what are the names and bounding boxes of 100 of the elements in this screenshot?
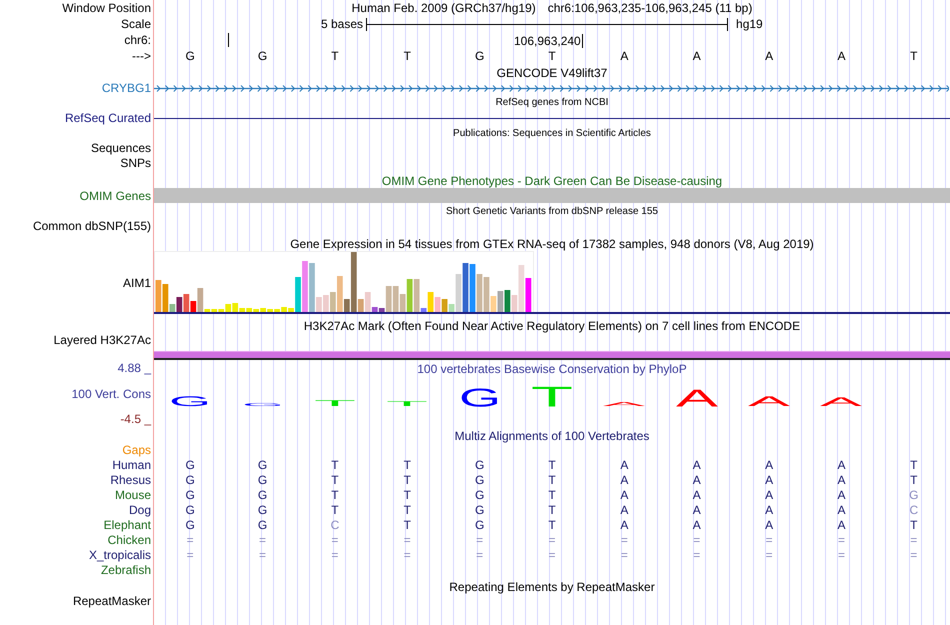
aligned-base: =	[620, 533, 628, 548]
track-label[interactable]: Sequences	[90, 141, 151, 156]
aligned-base: A	[620, 518, 628, 533]
aligned-base: G	[186, 503, 195, 518]
axis-max-label: 4.88 _	[118, 361, 151, 376]
aligned-base: T	[548, 458, 556, 473]
aligned-base: A	[837, 473, 846, 488]
assembly-label: hg19	[736, 17, 763, 31]
aligned-base: G	[186, 473, 195, 488]
base-letter: T	[910, 49, 918, 63]
species-label[interactable]: Chicken	[108, 533, 151, 548]
aligned-base: G	[186, 488, 195, 503]
species-label[interactable]: Elephant	[104, 518, 151, 533]
aligned-base: T	[548, 488, 556, 503]
aligned-base: =	[766, 533, 773, 548]
aligned-base: A	[837, 458, 846, 473]
aligned-base: =	[404, 533, 411, 548]
position-text: chr6:106,963,235-106,963,245 (11 bp)	[548, 0, 752, 16]
aligned-base: =	[259, 533, 266, 548]
aligned-base: A	[765, 518, 774, 533]
species-label[interactable]: Dog	[128, 503, 151, 518]
track-label[interactable]: OMIM Genes	[80, 188, 151, 204]
logo-letter: A	[676, 388, 718, 406]
aligned-base: G	[186, 458, 195, 473]
logo-letter: A	[820, 397, 862, 406]
aligned-base: =	[693, 548, 700, 563]
aligned-base: A	[765, 458, 774, 473]
track-title: Repeating Elements by RepeatMasker	[449, 580, 655, 594]
track-label[interactable]: Common dbSNP(155)	[32, 219, 151, 234]
track-title: Gene Expression in 54 tissues from GTEx RNA-seq of 17382 samples, 948 donors (V8, Aug 2019)	[290, 237, 814, 251]
aligned-base: T	[404, 503, 411, 518]
species-label[interactable]: Zebrafish	[100, 563, 151, 578]
axis-min-label: -4.5 _	[120, 412, 151, 427]
scale-text: 5 bases	[321, 17, 364, 31]
aligned-base: G	[186, 518, 195, 533]
aligned-base: =	[476, 533, 484, 548]
base-letter: A	[692, 49, 701, 63]
aligned-base: C	[909, 503, 918, 518]
species-label[interactable]: Rhesus	[110, 473, 151, 488]
logo-letter: A	[748, 396, 790, 406]
logo-letter: T	[530, 386, 573, 406]
logo-letter: G	[169, 396, 212, 406]
track-title: RefSeq genes from NCBI	[496, 96, 608, 110]
aligned-base: T	[331, 503, 339, 518]
aligned-base: =	[331, 533, 338, 548]
aligned-base: =	[186, 548, 194, 563]
species-label[interactable]: X_tropicalis	[88, 548, 151, 563]
track-title: Multiz Alignments of 100 Vertebrates	[454, 429, 650, 443]
aligned-base: T	[331, 473, 339, 488]
aligned-base: G	[258, 458, 268, 473]
aligned-base: T	[548, 473, 556, 488]
base-letter: G	[186, 49, 195, 63]
aligned-base: =	[548, 533, 556, 548]
track-label[interactable]: 100 Vert. Cons	[72, 386, 151, 402]
track-label[interactable]: RefSeq Curated	[64, 110, 151, 126]
aligned-base: C	[330, 518, 340, 533]
base-letter: G	[258, 49, 268, 63]
aligned-base: G	[258, 503, 268, 518]
aligned-base: T	[404, 473, 411, 488]
aligned-base: A	[837, 488, 846, 503]
logo-letter: G	[458, 388, 501, 406]
aligned-base: A	[837, 503, 846, 518]
aligned-base: T	[910, 518, 918, 533]
aligned-base: A	[692, 488, 701, 503]
aligned-base: A	[765, 488, 774, 503]
species-label[interactable]: Mouse	[114, 488, 151, 503]
aligned-base: G	[258, 518, 268, 533]
aligned-base: =	[331, 548, 338, 563]
row-label: Scale	[120, 16, 151, 32]
track-label[interactable]: Layered H3K27Ac	[54, 333, 151, 348]
row-label: --->	[132, 48, 151, 64]
base-letter: A	[765, 49, 774, 63]
aligned-base: =	[910, 533, 918, 548]
aligned-base: A	[765, 473, 774, 488]
species-label[interactable]: Human	[112, 458, 151, 473]
track-label[interactable]: SNPs	[120, 156, 151, 171]
track-title: Publications: Sequences in Scientific Articles	[453, 127, 651, 141]
aligned-base: G	[474, 518, 484, 533]
aligned-base: T	[404, 488, 411, 503]
aligned-base: =	[476, 548, 484, 563]
aligned-base: A	[620, 473, 628, 488]
aligned-base: =	[838, 548, 845, 563]
signal-bar[interactable]	[154, 351, 950, 360]
aligned-base: =	[259, 548, 266, 563]
coordinate-label: 106,963,240	[514, 34, 583, 48]
aligned-base: T	[331, 458, 339, 473]
track-title: 100 vertebrates Basewise Conservation by PhyloP	[417, 362, 687, 376]
track-title: Short Genetic Variants from dbSNP release 155	[446, 205, 658, 219]
aligned-base: A	[620, 488, 628, 503]
track-label[interactable]: RepeatMasker	[72, 594, 151, 609]
aligned-base: A	[620, 503, 628, 518]
aligned-base: G	[474, 458, 484, 473]
aligned-base: T	[331, 488, 339, 503]
track-label[interactable]: AIM1	[122, 276, 151, 290]
aligned-base: =	[548, 548, 556, 563]
gene-arrow-line[interactable]	[154, 84, 949, 92]
aligned-base: A	[692, 473, 701, 488]
track-label[interactable]: CRYBG1	[102, 80, 151, 96]
aligned-base: =	[766, 548, 773, 563]
aligned-base: G	[474, 503, 484, 518]
